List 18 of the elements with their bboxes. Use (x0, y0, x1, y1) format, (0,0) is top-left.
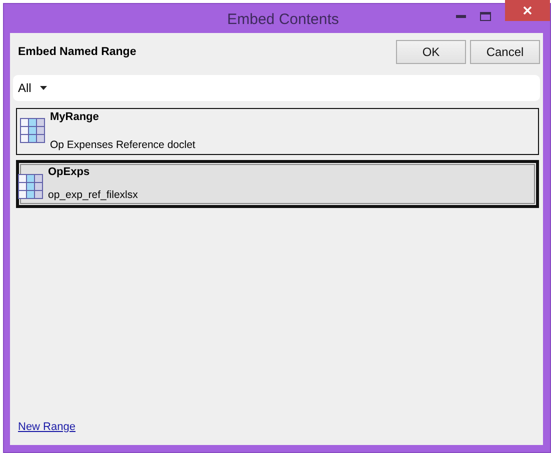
table-icon (18, 174, 43, 199)
close-icon (523, 6, 532, 15)
table-icon (20, 118, 45, 143)
maximize-icon[interactable] (480, 12, 491, 21)
dialog-heading: Embed Named Range (18, 46, 136, 58)
new-range-link[interactable]: New Range (18, 421, 76, 433)
range-source: op_exp_ref_filexlsx (48, 189, 138, 201)
close-button[interactable] (505, 0, 550, 21)
filter-dropdown[interactable]: All (13, 75, 540, 101)
range-source: Op Expenses Reference doclet (50, 139, 196, 151)
dialog-button[interactable]: Cancel (470, 40, 540, 64)
range-name: OpExps (48, 166, 91, 178)
window-title: Embed Contents (226, 10, 340, 28)
range-name: MyRange (50, 111, 100, 123)
range-item[interactable]: MyRange Op Expenses Reference doclet (16, 108, 539, 155)
caret-icon (40, 86, 48, 90)
range-item[interactable]: OpExps op_exp_ref_filexlsx (16, 160, 539, 208)
dialog-button[interactable]: OK (396, 40, 466, 64)
